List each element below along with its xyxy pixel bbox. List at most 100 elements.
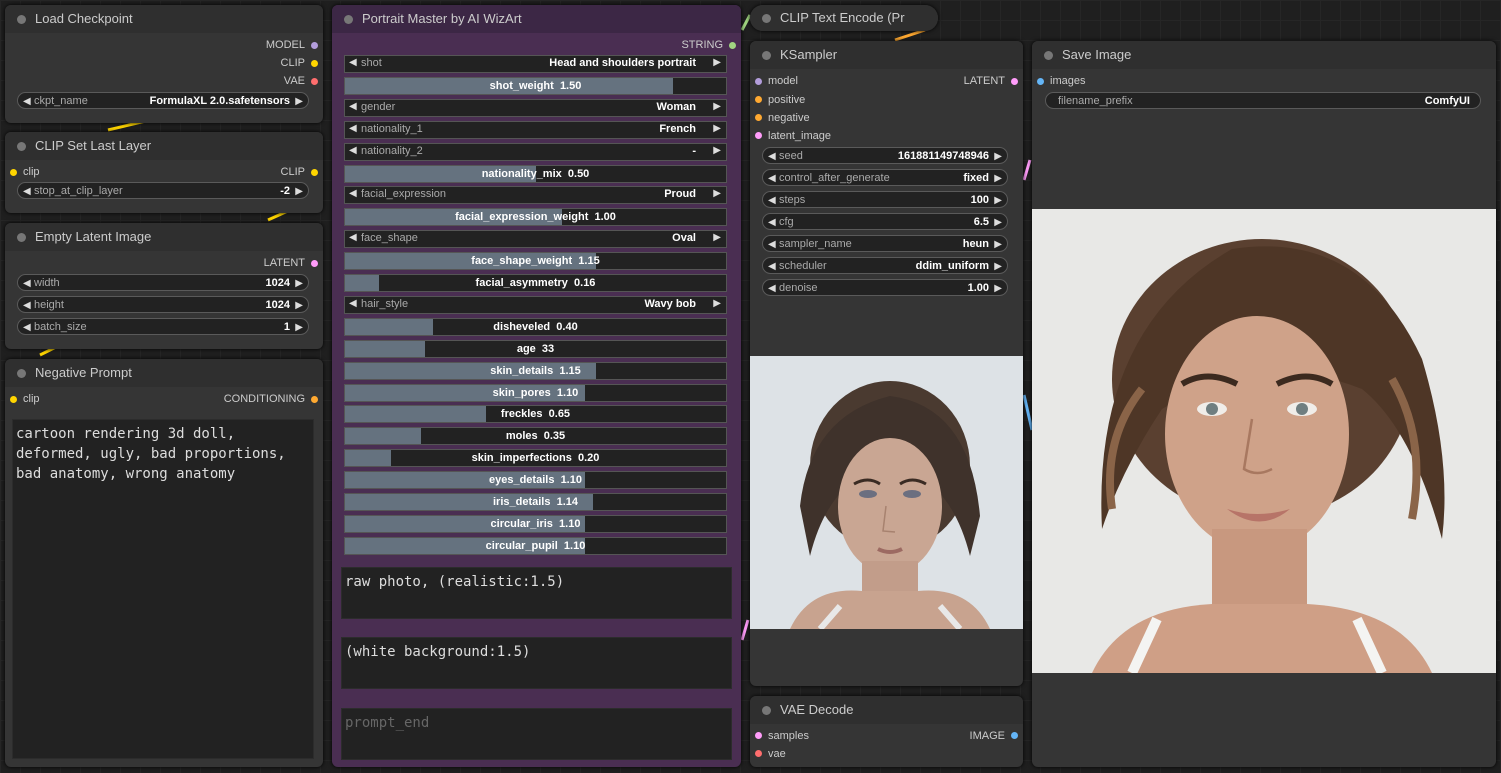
input-clip-slot[interactable] [10, 169, 17, 176]
output-latent-slot[interactable] [1011, 78, 1018, 85]
increment-arrow-icon[interactable]: ▶ [295, 297, 303, 314]
collapse-dot-icon[interactable] [17, 15, 26, 24]
input-vae-slot[interactable] [755, 750, 762, 757]
decrement-arrow-icon[interactable]: ◀ [349, 101, 357, 112]
decrement-arrow-icon[interactable]: ◀ [768, 192, 776, 209]
gender-combo[interactable]: ◀ gender Woman ▶ [344, 99, 727, 117]
negative-prompt-title[interactable]: Negative Prompt [5, 359, 323, 387]
increment-arrow-icon[interactable]: ▶ [713, 188, 721, 199]
filename-prefix-widget[interactable]: filename_prefix ComfyUI [1045, 92, 1481, 109]
iris-details-slider[interactable]: iris_details 1.14 [344, 493, 727, 511]
clip-set-last-layer-title[interactable]: CLIP Set Last Layer [5, 132, 323, 160]
portrait-master-title[interactable]: Portrait Master by AI WizArt [332, 5, 741, 33]
collapse-dot-icon[interactable] [762, 706, 771, 715]
collapse-dot-icon[interactable] [762, 51, 771, 60]
denoise-widget[interactable]: ◀ denoise 1.00 ▶ [762, 279, 1008, 296]
height-widget[interactable]: ◀ height 1024 ▶ [17, 296, 309, 313]
decrement-arrow-icon[interactable]: ◀ [349, 298, 357, 309]
decrement-arrow-icon[interactable]: ◀ [23, 93, 31, 110]
input-model-slot[interactable] [755, 78, 762, 85]
decrement-arrow-icon[interactable]: ◀ [768, 258, 776, 275]
decrement-arrow-icon[interactable]: ◀ [23, 275, 31, 292]
seed-widget[interactable]: ◀ seed 161881149748946 ▶ [762, 147, 1008, 164]
increment-arrow-icon[interactable]: ▶ [295, 319, 303, 336]
input-images-slot[interactable] [1037, 78, 1044, 85]
load-checkpoint-node[interactable]: Load Checkpoint MODEL CLIP VAE ◀ ckpt_na… [5, 5, 323, 123]
hair-style-combo[interactable]: ◀ hair_style Wavy bob ▶ [344, 296, 727, 314]
input-positive-slot[interactable] [755, 96, 762, 103]
ckpt-name-widget[interactable]: ◀ ckpt_name FormulaXL 2.0.safetensors ▶ [17, 92, 309, 109]
prompt-end-textarea[interactable]: prompt_end [341, 708, 732, 760]
decrement-arrow-icon[interactable]: ◀ [768, 148, 776, 165]
face-shape-combo[interactable]: ◀ face_shape Oval ▶ [344, 230, 727, 248]
clip-set-last-layer-node[interactable]: CLIP Set Last Layer clip CLIP ◀ stop_at_… [5, 132, 323, 213]
portrait-master-node[interactable]: Portrait Master by AI WizArt STRING ◀ sho… [332, 5, 741, 767]
output-string-slot[interactable] [729, 42, 736, 49]
vae-decode-title[interactable]: VAE Decode [750, 696, 1023, 724]
increment-arrow-icon[interactable]: ▶ [713, 145, 721, 156]
increment-arrow-icon[interactable]: ▶ [295, 93, 303, 110]
negative-prompt-textarea[interactable]: cartoon rendering 3d doll, deformed, ugl… [12, 419, 314, 759]
increment-arrow-icon[interactable]: ▶ [994, 280, 1002, 297]
nationality-2-combo[interactable]: ◀ nationality_2 - ▶ [344, 143, 727, 161]
age-slider[interactable]: age 33 [344, 340, 727, 358]
input-negative-slot[interactable] [755, 114, 762, 121]
increment-arrow-icon[interactable]: ▶ [295, 183, 303, 200]
output-image[interactable] [1032, 209, 1496, 673]
decrement-arrow-icon[interactable]: ◀ [349, 123, 357, 134]
increment-arrow-icon[interactable]: ▶ [994, 170, 1002, 187]
moles-slider[interactable]: moles 0.35 [344, 427, 727, 445]
increment-arrow-icon[interactable]: ▶ [713, 57, 721, 68]
increment-arrow-icon[interactable]: ▶ [994, 214, 1002, 231]
output-clip-slot[interactable] [311, 60, 318, 67]
nationality-1-combo[interactable]: ◀ nationality_1 French ▶ [344, 121, 727, 139]
decrement-arrow-icon[interactable]: ◀ [23, 297, 31, 314]
increment-arrow-icon[interactable]: ▶ [713, 101, 721, 112]
decrement-arrow-icon[interactable]: ◀ [23, 183, 31, 200]
skin-pores-slider[interactable]: skin_pores 1.10 [344, 384, 727, 402]
increment-arrow-icon[interactable]: ▶ [295, 275, 303, 292]
increment-arrow-icon[interactable]: ▶ [713, 232, 721, 243]
empty-latent-node[interactable]: Empty Latent Image LATENT ◀ width 1024 ▶… [5, 223, 323, 349]
face-shape-weight-slider[interactable]: face_shape_weight 1.15 [344, 252, 727, 270]
circular-iris-slider[interactable]: circular_iris 1.10 [344, 515, 727, 533]
nationality-mix-slider[interactable]: nationality_mix 0.50 [344, 165, 727, 183]
disheveled-slider[interactable]: disheveled 0.40 [344, 318, 727, 336]
decrement-arrow-icon[interactable]: ◀ [23, 319, 31, 336]
scheduler-widget[interactable]: ◀ scheduler ddim_uniform ▶ [762, 257, 1008, 274]
clip-text-encode-node[interactable]: CLIP Text Encode (Pr [750, 5, 938, 31]
prompt-additional-textarea[interactable]: (white background:1.5) [341, 637, 732, 689]
save-image-title[interactable]: Save Image [1032, 41, 1496, 69]
steps-widget[interactable]: ◀ steps 100 ▶ [762, 191, 1008, 208]
decrement-arrow-icon[interactable]: ◀ [768, 280, 776, 297]
shot-weight-slider[interactable]: shot_weight 1.50 [344, 77, 727, 95]
vae-decode-node[interactable]: VAE Decode samples IMAGE vae [750, 696, 1023, 767]
output-model-slot[interactable] [311, 42, 318, 49]
skin-details-slider[interactable]: skin_details 1.15 [344, 362, 727, 380]
cfg-widget[interactable]: ◀ cfg 6.5 ▶ [762, 213, 1008, 230]
skin-imperfections-slider[interactable]: skin_imperfections 0.20 [344, 449, 727, 467]
input-latent-slot[interactable] [755, 132, 762, 139]
save-image-node[interactable]: Save Image images filename_prefix ComfyU… [1032, 41, 1496, 767]
empty-latent-title[interactable]: Empty Latent Image [5, 223, 323, 251]
facial-asymmetry-slider[interactable]: facial_asymmetry 0.16 [344, 274, 727, 292]
increment-arrow-icon[interactable]: ▶ [713, 123, 721, 134]
collapse-dot-icon[interactable] [17, 142, 26, 151]
shot-combo[interactable]: ◀ shot Head and shoulders portrait ▶ [344, 55, 727, 73]
increment-arrow-icon[interactable]: ▶ [994, 148, 1002, 165]
circular-pupil-slider[interactable]: circular_pupil 1.10 [344, 537, 727, 555]
collapse-dot-icon[interactable] [762, 14, 771, 23]
collapse-dot-icon[interactable] [17, 233, 26, 242]
stop-at-clip-layer-widget[interactable]: ◀ stop_at_clip_layer -2 ▶ [17, 182, 309, 199]
freckles-slider[interactable]: freckles 0.65 [344, 405, 727, 423]
output-vae-slot[interactable] [311, 78, 318, 85]
eyes-details-slider[interactable]: eyes_details 1.10 [344, 471, 727, 489]
increment-arrow-icon[interactable]: ▶ [994, 258, 1002, 275]
increment-arrow-icon[interactable]: ▶ [713, 298, 721, 309]
output-clip-slot[interactable] [311, 169, 318, 176]
decrement-arrow-icon[interactable]: ◀ [349, 232, 357, 243]
collapse-dot-icon[interactable] [17, 369, 26, 378]
load-checkpoint-title[interactable]: Load Checkpoint [5, 5, 323, 33]
input-samples-slot[interactable] [755, 732, 762, 739]
increment-arrow-icon[interactable]: ▶ [994, 236, 1002, 253]
